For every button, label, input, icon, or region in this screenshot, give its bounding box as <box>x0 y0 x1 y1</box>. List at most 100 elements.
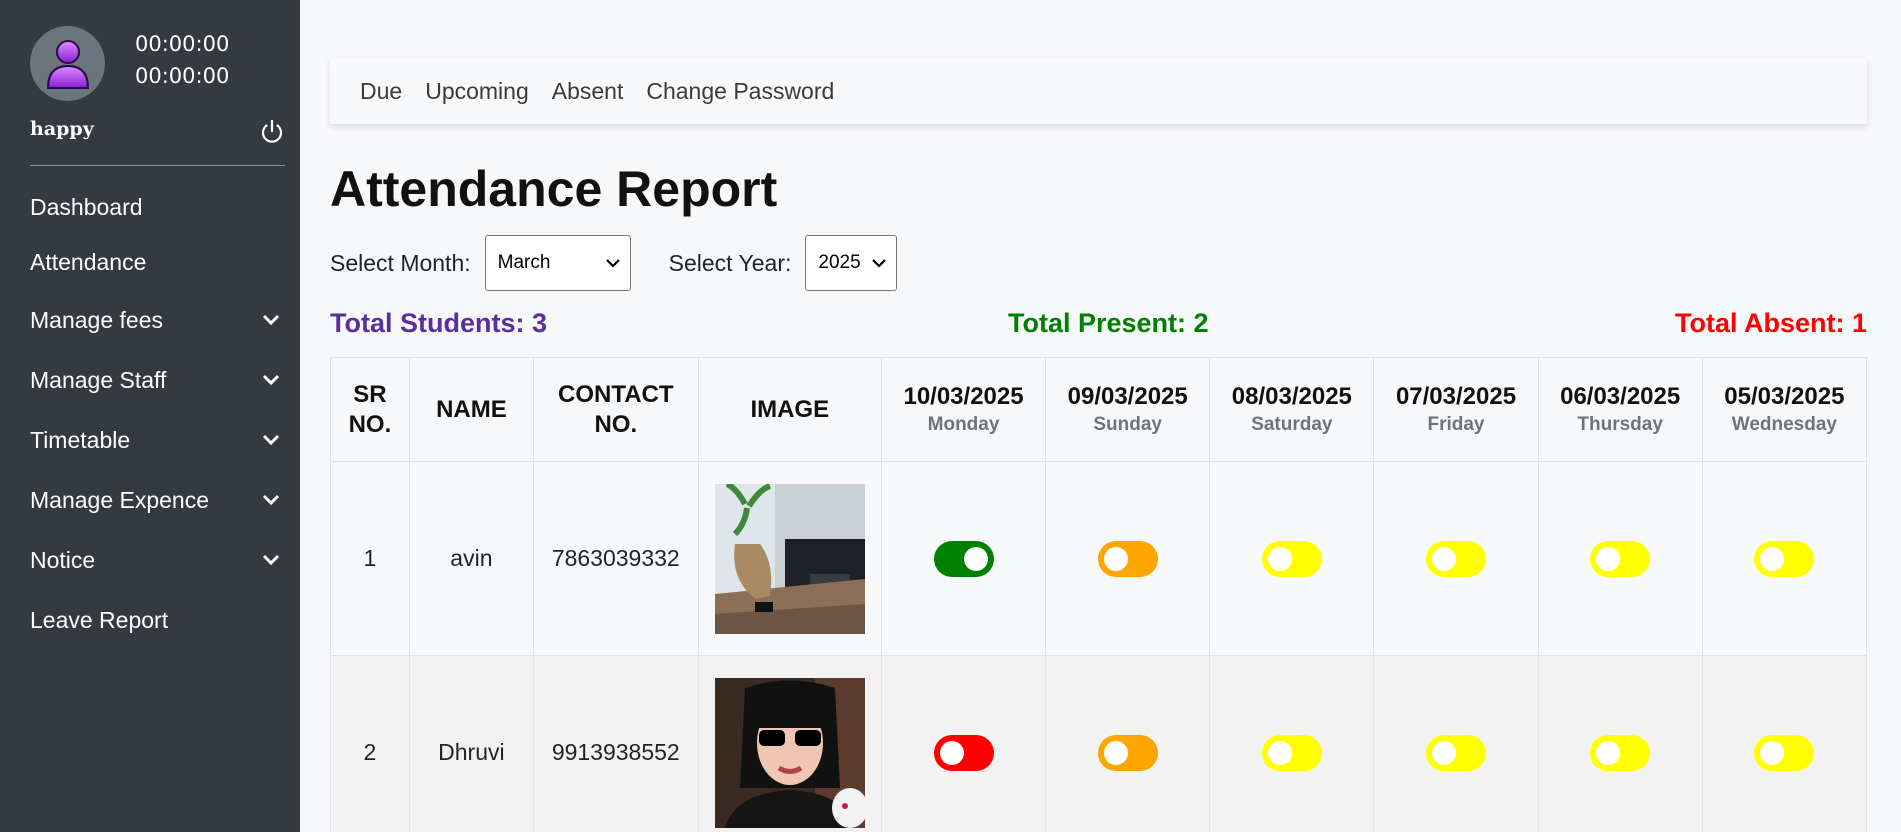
cell-image <box>697 461 882 656</box>
profile-section: 00:00:00 00:00:00 happy <box>30 26 300 166</box>
table-row: 2 Dhruvi 9913938552 <box>330 655 1867 832</box>
cell-attendance <box>1209 461 1375 656</box>
sidebar-item-manage-fees[interactable]: Manage fees <box>0 290 300 350</box>
chevron-down-icon <box>605 259 620 268</box>
sidebar-item-label: Notice <box>30 546 96 573</box>
year-select-value: 2025 <box>818 252 861 273</box>
chevron-down-icon <box>262 314 280 326</box>
attendance-toggle-none[interactable] <box>1261 734 1322 771</box>
sidebar-item-timetable[interactable]: Timetable <box>0 410 300 470</box>
cell-attendance <box>1373 655 1539 832</box>
user-avatar <box>30 26 105 101</box>
attendance-toggle-absent[interactable] <box>933 734 994 771</box>
day-label: Friday <box>1427 413 1485 435</box>
cell-attendance <box>880 655 1047 832</box>
col-date: 09/03/2025 Sunday <box>1045 357 1211 462</box>
month-select[interactable]: March <box>484 235 631 291</box>
attendance-toggle-none[interactable] <box>1754 734 1815 771</box>
chevron-down-icon <box>262 434 280 446</box>
day-label: Thursday <box>1577 413 1663 435</box>
cell-contact: 9913938552 <box>532 655 699 832</box>
cell-sr: 2 <box>330 655 410 832</box>
nav-link-due[interactable]: Due <box>360 78 402 105</box>
day-label: Sunday <box>1093 413 1162 435</box>
totals-bar: Total Students: 3 Total Present: 2 Total… <box>330 308 1867 344</box>
timer-line-1: 00:00:00 <box>135 32 230 56</box>
student-photo <box>714 483 865 634</box>
toggle-knob <box>1267 546 1292 571</box>
sidebar-nav: Dashboard Attendance Manage fees Manage Sta… <box>0 180 300 650</box>
attendance-toggle-none[interactable] <box>1754 540 1815 577</box>
sidebar-item-label: Dashboard <box>30 194 143 220</box>
toggle-knob <box>1760 740 1785 765</box>
col-date: 05/03/2025 Wednesday <box>1701 357 1867 462</box>
chevron-down-icon <box>262 374 280 386</box>
sidebar-item-dashboard[interactable]: Dashboard <box>0 180 300 235</box>
toggle-knob <box>1760 546 1785 571</box>
date-label: 05/03/2025 <box>1724 382 1845 410</box>
user-icon <box>46 39 89 89</box>
cell-name: Dhruvi <box>408 655 534 832</box>
sidebar-item-label: Timetable <box>30 426 131 453</box>
username: happy <box>30 118 94 140</box>
toggle-knob <box>1103 546 1128 571</box>
sidebar-item-leave-report[interactable]: Leave Report <box>0 590 300 650</box>
filters-bar: Select Month: March Select Year: 2025 <box>330 234 898 292</box>
total-students: Total Students: 3 <box>330 308 548 338</box>
total-present: Total Present: 2 <box>1008 308 1209 338</box>
day-label: Saturday <box>1251 413 1333 435</box>
date-label: 08/03/2025 <box>1231 382 1352 410</box>
attendance-toggle-none[interactable] <box>1426 734 1486 771</box>
attendance-table-container[interactable]: SR NO. NAME CONTACT NO. IMAGE 10/03/2025… <box>330 357 1867 832</box>
col-image: IMAGE <box>697 357 882 462</box>
attendance-toggle-none[interactable] <box>1590 734 1651 771</box>
month-select-value: March <box>497 252 551 273</box>
cell-sr: 1 <box>330 461 410 656</box>
sidebar-item-label: Manage Staff <box>30 366 167 393</box>
chevron-down-icon <box>262 494 280 506</box>
cell-attendance <box>1209 655 1375 832</box>
cell-attendance <box>1701 461 1867 656</box>
cell-attendance <box>1537 461 1703 656</box>
sidebar-item-manage-staff[interactable]: Manage Staff <box>0 350 300 410</box>
timer-line-2: 00:00:00 <box>135 64 230 88</box>
col-date: 06/03/2025 Thursday <box>1537 357 1703 462</box>
cell-image <box>697 655 882 832</box>
attendance-toggle-present[interactable] <box>933 540 994 577</box>
power-icon[interactable] <box>258 118 286 146</box>
cell-attendance <box>1373 461 1539 656</box>
attendance-toggle-holiday[interactable] <box>1097 734 1158 771</box>
page-title: Attendance Report <box>330 161 778 217</box>
session-timer: 00:00:00 00:00:00 <box>135 28 229 92</box>
toggle-knob <box>1596 740 1621 765</box>
date-label: 10/03/2025 <box>903 382 1024 410</box>
toggle-knob <box>1596 546 1621 571</box>
attendance-toggle-none[interactable] <box>1261 540 1322 577</box>
toggle-knob <box>939 740 964 765</box>
year-select[interactable]: 2025 <box>805 235 898 291</box>
date-label: 07/03/2025 <box>1395 382 1517 410</box>
student-photo <box>714 677 865 828</box>
col-date: 10/03/2025 Monday <box>880 357 1047 462</box>
nav-link-upcoming[interactable]: Upcoming <box>425 78 529 105</box>
attendance-toggle-none[interactable] <box>1426 540 1486 577</box>
cell-attendance <box>1045 461 1211 656</box>
col-sr: SR NO. <box>330 357 410 462</box>
total-absent: Total Absent: 1 <box>1674 308 1867 338</box>
nav-link-change-password[interactable]: Change Password <box>646 78 834 105</box>
chevron-down-icon <box>872 259 887 268</box>
toggle-knob <box>963 546 988 571</box>
nav-link-absent[interactable]: Absent <box>552 78 624 105</box>
attendance-toggle-none[interactable] <box>1590 540 1651 577</box>
col-date: 07/03/2025 Friday <box>1373 357 1539 462</box>
col-contact: CONTACT NO. <box>532 357 699 462</box>
sidebar-item-manage-expence[interactable]: Manage Expence <box>0 470 300 530</box>
attendance-toggle-holiday[interactable] <box>1097 540 1158 577</box>
sidebar: 00:00:00 00:00:00 happy Dashboard Attenda… <box>0 0 300 832</box>
toggle-knob <box>1432 546 1456 571</box>
toggle-knob <box>1267 740 1292 765</box>
sidebar-item-notice[interactable]: Notice <box>0 530 300 590</box>
cell-attendance <box>880 461 1047 656</box>
sidebar-item-attendance[interactable]: Attendance <box>0 235 300 290</box>
cell-name: avin <box>408 461 534 656</box>
